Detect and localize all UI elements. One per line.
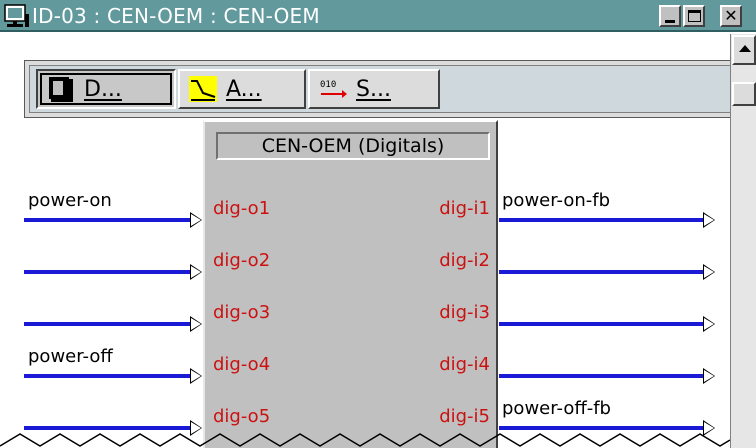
scroll-up-button[interactable] xyxy=(732,35,756,65)
device-block[interactable]: CEN-OEM (Digitals) dig-o1 dig-o2 dig-o3 … xyxy=(203,120,498,448)
signal-wire-left-3[interactable] xyxy=(24,322,192,326)
signal-label-right-5[interactable]: power-off-fb xyxy=(502,398,611,420)
analogs-button[interactable]: A... xyxy=(178,69,306,109)
serial-icon: 010 xyxy=(320,80,347,98)
signal-label-left-4[interactable]: power-off xyxy=(28,346,113,368)
device-title: CEN-OEM (Digitals) xyxy=(216,132,490,160)
device-icon xyxy=(49,77,73,102)
arrow-icon xyxy=(191,370,201,382)
maximize-button[interactable] xyxy=(683,5,705,27)
signal-wire-right-5[interactable] xyxy=(499,426,704,430)
signal-wire-right-1[interactable] xyxy=(499,218,704,222)
port-dig-o5[interactable]: dig-o5 xyxy=(213,406,270,428)
signal-label-left-1[interactable]: power-on xyxy=(28,190,112,212)
digitals-button-label: D... xyxy=(84,76,122,102)
maximize-icon xyxy=(687,10,701,22)
arrow-icon xyxy=(191,214,201,226)
minimize-button[interactable] xyxy=(659,5,681,27)
close-icon: ✕ xyxy=(724,6,738,25)
zigzag-edge xyxy=(0,433,730,447)
toolbar-panel: D... A... 010 S... xyxy=(29,65,736,113)
port-dig-o2[interactable]: dig-o2 xyxy=(213,250,270,272)
signal-wire-right-4[interactable] xyxy=(499,374,704,378)
title-bar[interactable]: ID-03 : CEN-OEM : CEN-OEM ✕ xyxy=(0,0,756,32)
computer-icon xyxy=(4,4,29,27)
vertical-scrollbar[interactable] xyxy=(730,34,756,448)
digitals-button[interactable]: D... xyxy=(36,69,176,109)
analogs-button-label: A... xyxy=(226,76,262,102)
serials-button[interactable]: 010 S... xyxy=(308,69,440,109)
port-dig-o1[interactable]: dig-o1 xyxy=(213,198,270,220)
program-window: ID-03 : CEN-OEM : CEN-OEM ✕ CEN-OEM (Dig… xyxy=(0,0,756,448)
port-dig-i2[interactable]: dig-i2 xyxy=(439,250,490,272)
arrow-icon xyxy=(704,266,714,278)
signal-label-right-1[interactable]: power-on-fb xyxy=(502,190,610,212)
arrow-icon xyxy=(191,318,201,330)
signal-wire-left-4[interactable] xyxy=(24,374,192,378)
arrow-icon xyxy=(191,266,201,278)
analog-icon xyxy=(189,76,217,102)
signal-wire-left-5[interactable] xyxy=(24,426,192,430)
minimize-icon xyxy=(665,19,675,23)
signal-wire-right-2[interactable] xyxy=(499,270,704,274)
arrow-icon xyxy=(704,370,714,382)
toolbar: D... A... 010 S... xyxy=(24,60,740,118)
arrow-icon xyxy=(704,214,714,226)
window-title: ID-03 : CEN-OEM : CEN-OEM xyxy=(32,4,320,28)
scroll-thumb[interactable] xyxy=(732,82,756,106)
signal-wire-left-2[interactable] xyxy=(24,270,192,274)
signal-wire-right-3[interactable] xyxy=(499,322,704,326)
arrow-icon xyxy=(704,318,714,330)
signal-wire-left-1[interactable] xyxy=(24,218,192,222)
port-dig-o4[interactable]: dig-o4 xyxy=(213,354,270,376)
svg-text:010: 010 xyxy=(320,80,336,90)
port-dig-i1[interactable]: dig-i1 xyxy=(439,198,490,220)
serials-button-label: S... xyxy=(356,76,391,102)
port-dig-i4[interactable]: dig-i4 xyxy=(439,354,490,376)
port-dig-o3[interactable]: dig-o3 xyxy=(213,302,270,324)
close-button[interactable]: ✕ xyxy=(720,5,742,27)
port-dig-i3[interactable]: dig-i3 xyxy=(439,302,490,324)
port-dig-i5[interactable]: dig-i5 xyxy=(439,406,490,428)
